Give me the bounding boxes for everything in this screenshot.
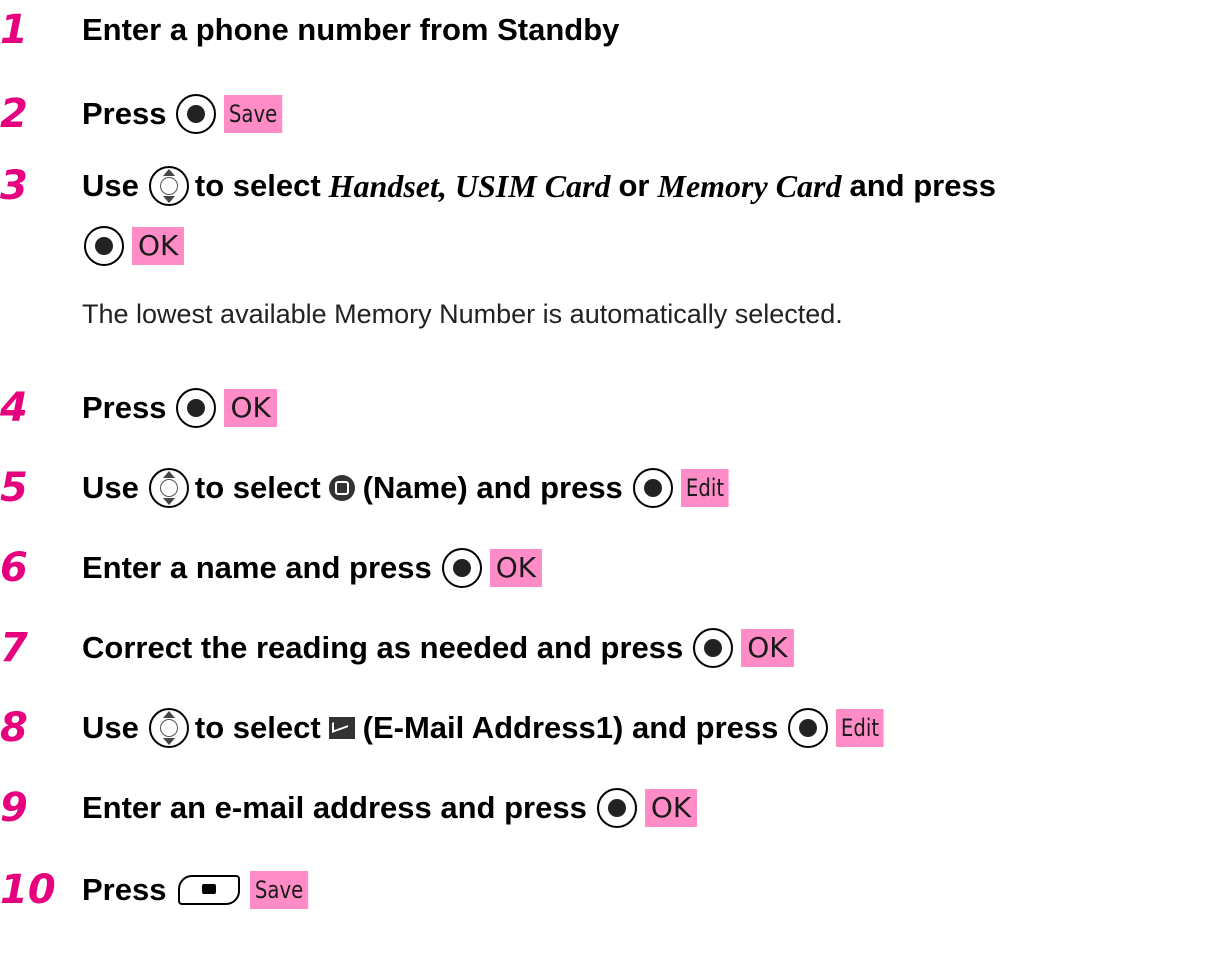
softkey-label: OK [741, 629, 794, 667]
step-text: Correct the reading as needed and press [82, 630, 684, 665]
step-number: 10 [0, 867, 56, 913]
center-key-icon [441, 548, 482, 588]
softkey-label: OK [489, 549, 543, 587]
step-text: Press [82, 96, 167, 131]
step-text-use: Use [82, 470, 139, 505]
center-key-icon [84, 226, 124, 266]
step-number: 6 [0, 545, 28, 591]
step-number: 1 [0, 7, 28, 53]
step-text-select: to select [194, 710, 321, 745]
step-text-use: Use [82, 710, 139, 745]
center-key-icon [632, 468, 673, 508]
step-text: Enter an e-mail address and press [82, 790, 587, 825]
step-text: Press [82, 390, 167, 425]
softkey-label: OK [132, 227, 185, 265]
step-instruction: Enter a name and press OK [82, 538, 543, 598]
step-text: Enter a name and press [82, 550, 432, 585]
mail-icon [328, 717, 355, 739]
step-text-use: Use [82, 168, 139, 203]
softkey-label: Edit [680, 469, 729, 507]
step-instruction: Enter an e-mail address and press OK [82, 778, 698, 838]
softkey-label: OK [224, 389, 277, 427]
step-instruction: OK [82, 216, 185, 276]
center-key-icon [788, 708, 829, 748]
step-number: 8 [0, 705, 28, 751]
step-instruction: Enter a phone number from Standby [82, 0, 627, 60]
step-text: Enter a phone number from Standby [82, 12, 620, 47]
step-instruction: Press OK [82, 378, 277, 438]
softkey-label: Save [250, 871, 309, 909]
step-number: 9 [0, 785, 28, 831]
step-instruction: Press Save [82, 860, 313, 920]
step-text: Press [82, 872, 167, 907]
option-handset-usim: Handset, USIM Card [328, 167, 611, 204]
step-instruction: Correct the reading as needed and press … [82, 618, 794, 678]
step-text-label: (E-Mail Address1) and press [362, 710, 779, 745]
softkey-label: Save [224, 95, 283, 133]
step-instruction: Use to select Handset, USIM Card or Memo… [82, 156, 1004, 216]
note-text: The lowest available Memory Number is au… [82, 299, 843, 329]
step-number: 3 [0, 163, 28, 209]
center-key-icon [596, 788, 637, 828]
softkey-label: Edit [836, 709, 885, 747]
step-text-and-press: and press [849, 168, 996, 203]
option-memory-card: Memory Card [657, 167, 842, 204]
camera-key-icon [178, 875, 241, 905]
softkey-label: OK [644, 789, 698, 827]
center-key-icon [176, 388, 217, 428]
step-instruction: Use to select (Name) and press Edit [82, 458, 731, 518]
step-text-or: or [618, 168, 650, 203]
center-key-icon [176, 94, 217, 134]
step-text-label: (Name) and press [362, 470, 623, 505]
step-text-select: to select [194, 168, 321, 203]
center-key-icon [693, 628, 734, 668]
name-icon [328, 475, 355, 501]
step-instruction: Press Save [82, 84, 287, 144]
nav-key-icon [148, 708, 189, 748]
nav-key-icon [148, 468, 189, 508]
step-text-select: to select [194, 470, 321, 505]
step-number: 7 [0, 625, 28, 671]
step-number: 4 [0, 385, 28, 431]
step-number: 2 [0, 91, 28, 137]
step-instruction: Use to select (E-Mail Address1) and pres… [82, 698, 887, 758]
nav-key-icon [148, 166, 189, 206]
step-number: 5 [0, 465, 28, 511]
